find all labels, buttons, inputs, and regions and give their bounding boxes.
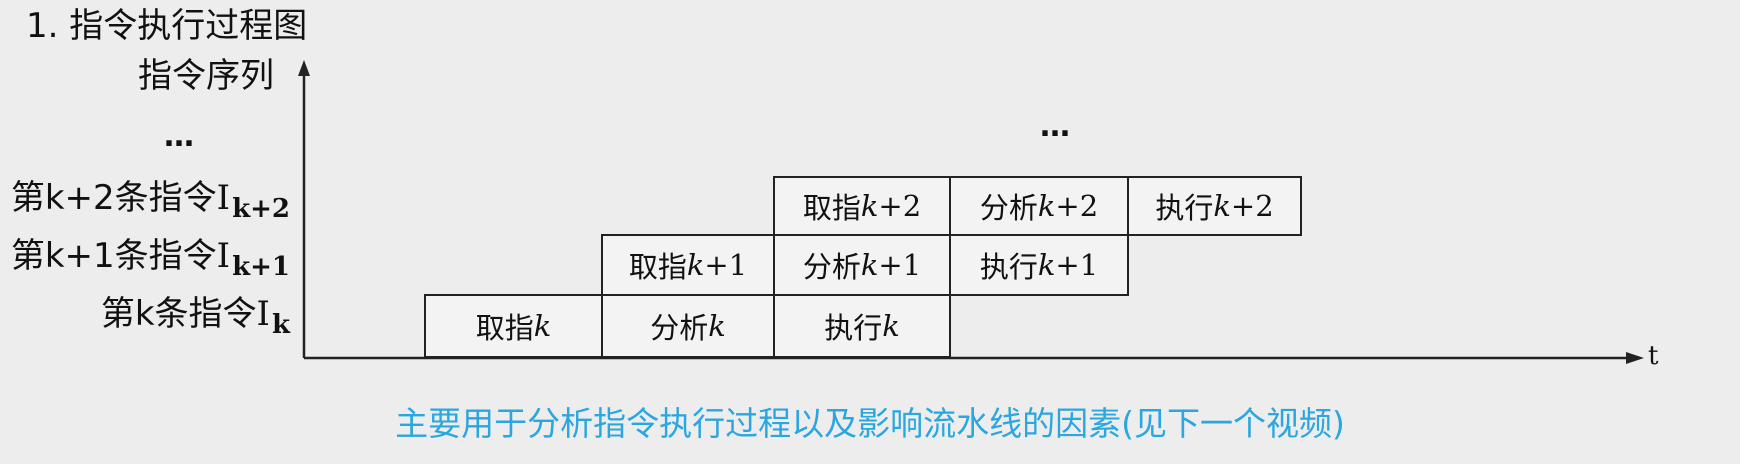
row-label-k-roman: I: [256, 294, 270, 334]
stage-exec-k: 执行 k: [773, 294, 951, 358]
stage-k: k: [882, 309, 900, 343]
stage-fetch-k1: 取指 k +1: [601, 234, 775, 296]
stage-n: +1: [878, 248, 922, 282]
stage-fetch-k: 取指 k: [424, 294, 603, 358]
y-axis-label: 指令序列: [138, 56, 274, 96]
stage-text: 分析: [979, 191, 1038, 225]
stage-exec-k1: 执行 k +1: [949, 234, 1129, 296]
stage-k: k: [708, 309, 726, 343]
caption: 主要用于分析指令执行过程以及影响流水线的因素(见下一个视频): [395, 404, 1345, 443]
stage-text: 执行: [979, 250, 1038, 284]
stage-text: 分析: [650, 311, 709, 345]
stage-text: 执行: [1155, 191, 1214, 225]
row-label-k2-text: 第k+2条指令: [10, 178, 217, 218]
row-label-k1: 第k+1条指令Ik+1: [11, 236, 290, 287]
stage-k: k: [686, 248, 705, 282]
stage-text: 取指: [628, 250, 687, 284]
stage-analyze-k2: 分析 k +2: [949, 176, 1129, 236]
stage-text: 取指: [802, 191, 861, 225]
stage-text: 执行: [824, 311, 883, 345]
stage-k: k: [1037, 248, 1056, 282]
stage-k: k: [860, 189, 879, 223]
stage-text: 取指: [475, 311, 534, 345]
stage-k: k: [533, 309, 552, 343]
x-axis-label: t: [1648, 341, 1659, 371]
y-axis-arrow: [298, 60, 310, 76]
row-label-k: 第k条指令Ik: [101, 294, 290, 345]
stage-n: +2: [878, 189, 922, 223]
row-label-k2-sub: k+2: [232, 194, 290, 224]
row-label-k2: 第k+2条指令Ik+2: [11, 178, 290, 229]
stage-analyze-k: 分析 k: [601, 294, 775, 358]
row-label-k1-text: 第k+1条指令: [10, 236, 217, 276]
stage-n: +2: [1230, 189, 1274, 223]
stage-n: +2: [1055, 189, 1099, 223]
stage-k: k: [1037, 189, 1056, 223]
row-label-k1-sub: k+1: [232, 252, 290, 282]
x-axis-arrow: [1626, 352, 1644, 364]
stage-text: 分析: [802, 250, 861, 284]
stage-exec-k2: 执行 k +2: [1127, 176, 1302, 236]
stage-k: k: [1213, 189, 1231, 223]
ellipsis-left: …: [164, 119, 196, 154]
ellipsis-top: …: [1040, 109, 1072, 144]
stage-analyze-k1: 分析 k +1: [773, 234, 951, 296]
stage-k: k: [860, 248, 879, 282]
row-label-k2-roman: I: [216, 178, 231, 218]
row-label-k1-roman: I: [216, 236, 231, 276]
stage-fetch-k2: 取指 k +2: [773, 176, 951, 236]
row-label-k-text: 第k条指令: [100, 294, 257, 334]
row-label-k-sub: k: [271, 310, 290, 340]
stage-n: +1: [704, 248, 748, 282]
stage-n: +1: [1055, 248, 1099, 282]
